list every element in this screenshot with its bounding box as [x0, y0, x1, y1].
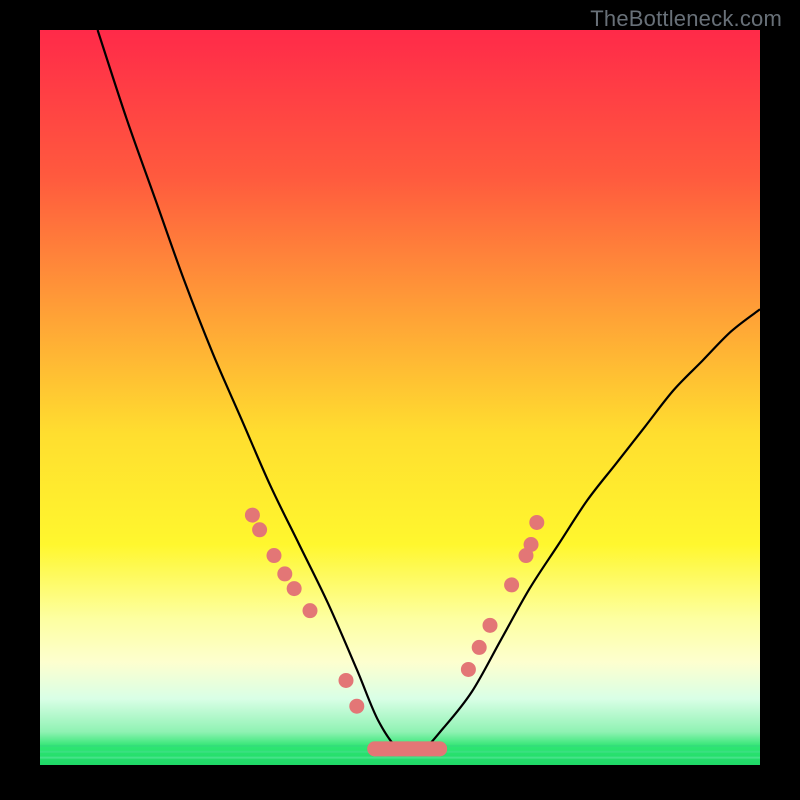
scatter-point: [529, 515, 544, 530]
chart-plot-area: [40, 30, 760, 765]
scatter-point: [461, 662, 476, 677]
gradient-background: [40, 30, 760, 765]
scatter-point: [483, 618, 498, 633]
scatter-point: [287, 581, 302, 596]
scatter-point: [252, 522, 267, 537]
scatter-point: [524, 537, 539, 552]
scatter-point: [504, 577, 519, 592]
scatter-point: [303, 603, 318, 618]
chart-svg: [40, 30, 760, 765]
watermark-text: TheBottleneck.com: [590, 6, 782, 32]
scatter-point: [277, 566, 292, 581]
bottom-marker-bar: [367, 741, 447, 756]
scatter-point: [339, 673, 354, 688]
scatter-point: [472, 640, 487, 655]
chart-frame: TheBottleneck.com: [0, 0, 800, 800]
scatter-point: [349, 699, 364, 714]
scatter-point: [245, 508, 260, 523]
scatter-point: [267, 548, 282, 563]
